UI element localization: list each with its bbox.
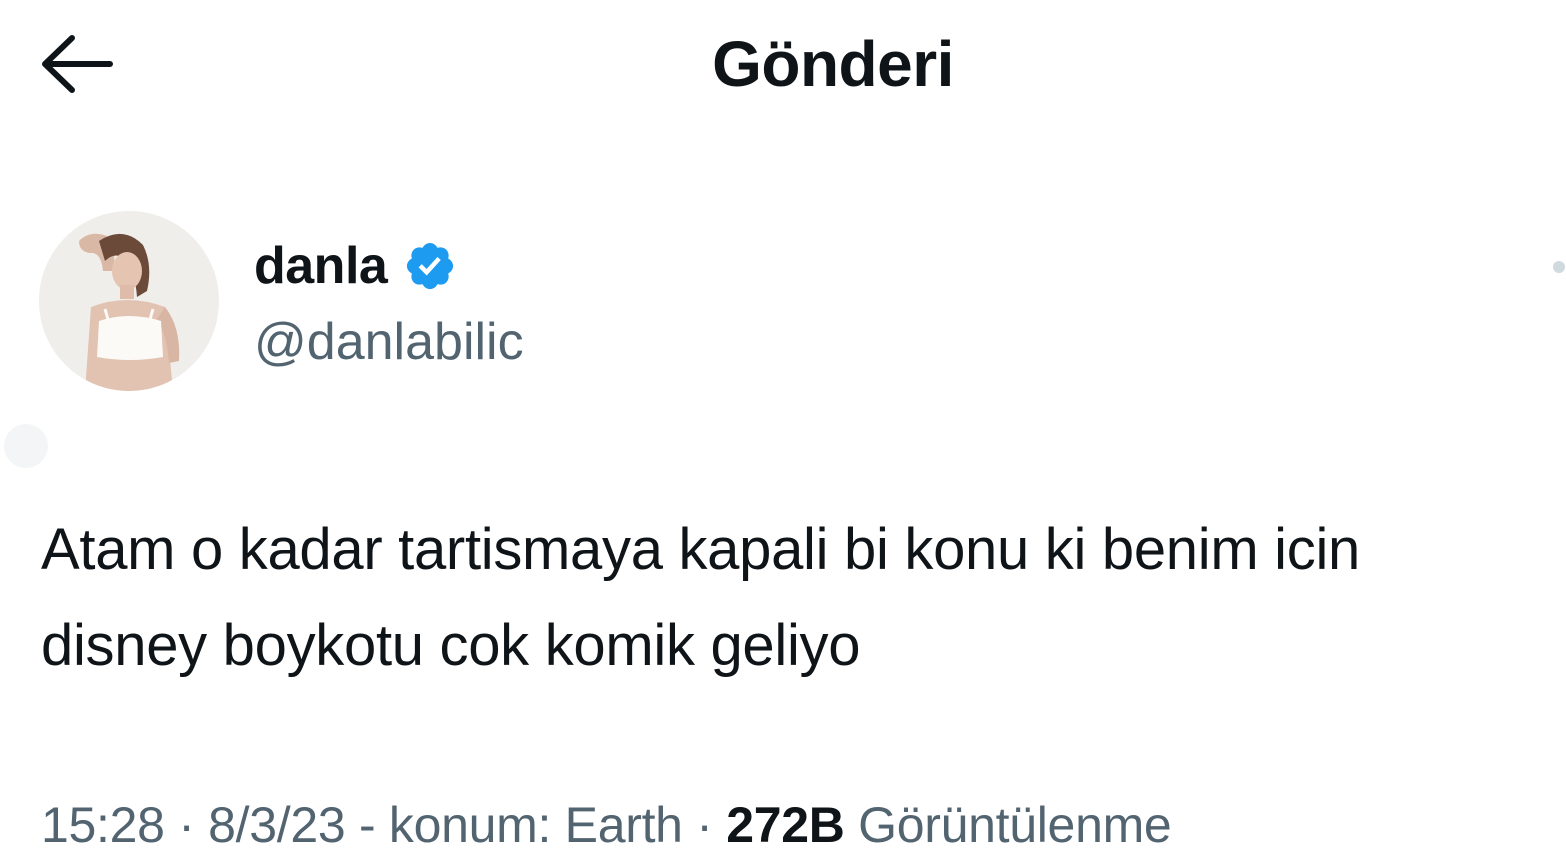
page-title: Gönderi	[712, 28, 954, 100]
tweet-text: Atam o kadar tartismaya kapali bi konu k…	[41, 517, 1360, 678]
avatar[interactable]	[39, 211, 219, 391]
display-name: danla	[254, 237, 388, 295]
scroll-indicator	[1553, 261, 1565, 273]
username-handle[interactable]: @danlabilic	[254, 306, 524, 378]
top-bar: Gönderi	[0, 0, 1566, 130]
meta-separator: ·	[682, 797, 727, 853]
tweet-date[interactable]: 8/3/23	[208, 797, 346, 853]
faded-circle-decoration	[4, 424, 48, 468]
meta-separator: ·	[164, 797, 209, 853]
display-name-row[interactable]: danla	[254, 230, 524, 302]
tweet-location: - konum: Earth	[345, 797, 683, 853]
verified-badge-icon	[407, 242, 454, 290]
tweet-meta: 15:28 · 8/3/23 - konum: Earth · 272B Gör…	[41, 790, 1172, 860]
views-count[interactable]: 272B	[726, 797, 845, 853]
profile-photo	[39, 211, 219, 391]
tweet-time[interactable]: 15:28	[41, 797, 165, 853]
tweet-author: danla @danlabilic	[254, 230, 524, 378]
views-label: Görüntülenme	[844, 797, 1172, 853]
